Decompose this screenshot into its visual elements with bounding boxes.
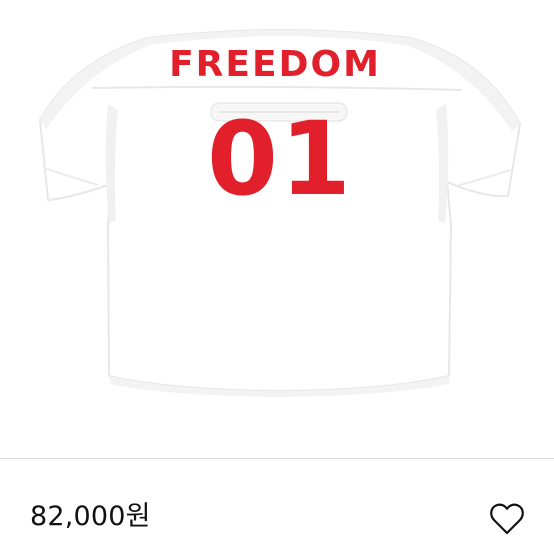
section-divider <box>0 458 554 459</box>
jersey-number-text: 01 <box>207 100 353 219</box>
wishlist-button[interactable] <box>487 500 527 536</box>
jersey-name-text: FREEDOM <box>169 44 381 85</box>
product-price: 82,000원 <box>30 501 151 532</box>
tshirt-illustration: FREEDOM 01 <box>38 28 522 397</box>
heart-outline-icon <box>490 503 524 535</box>
product-page: FREEDOM 01 82,000원 <box>0 0 554 554</box>
product-image[interactable]: FREEDOM 01 <box>0 0 554 458</box>
